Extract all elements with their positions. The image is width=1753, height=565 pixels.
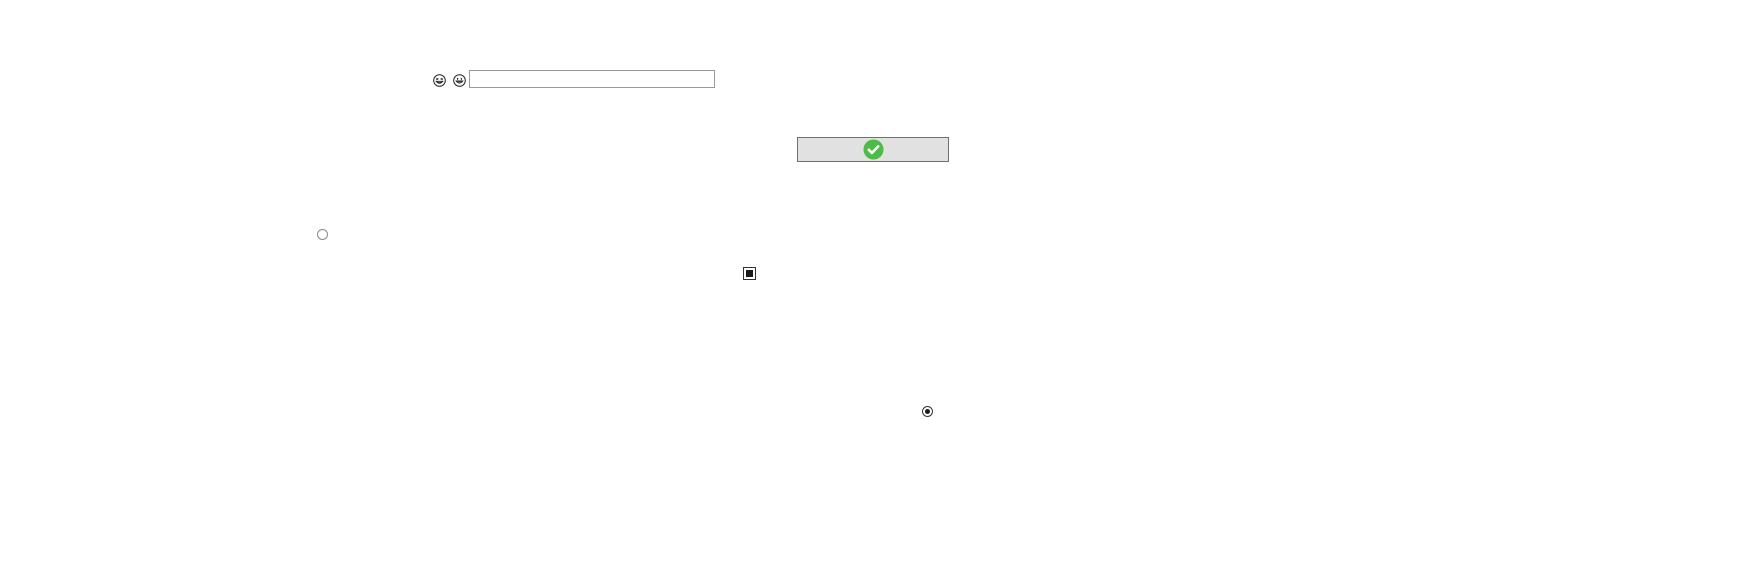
grinning-face-icon	[453, 74, 466, 87]
text-input[interactable]	[469, 70, 715, 88]
confirm-button[interactable]	[797, 137, 949, 162]
grinning-squinting-face-icon	[433, 74, 446, 87]
form-canvas	[0, 0, 1753, 565]
radio-button-unchecked[interactable]	[317, 229, 328, 240]
check-circle-icon	[863, 139, 883, 160]
radio-button-checked[interactable]	[922, 406, 933, 417]
checkbox-checked[interactable]	[743, 267, 756, 280]
